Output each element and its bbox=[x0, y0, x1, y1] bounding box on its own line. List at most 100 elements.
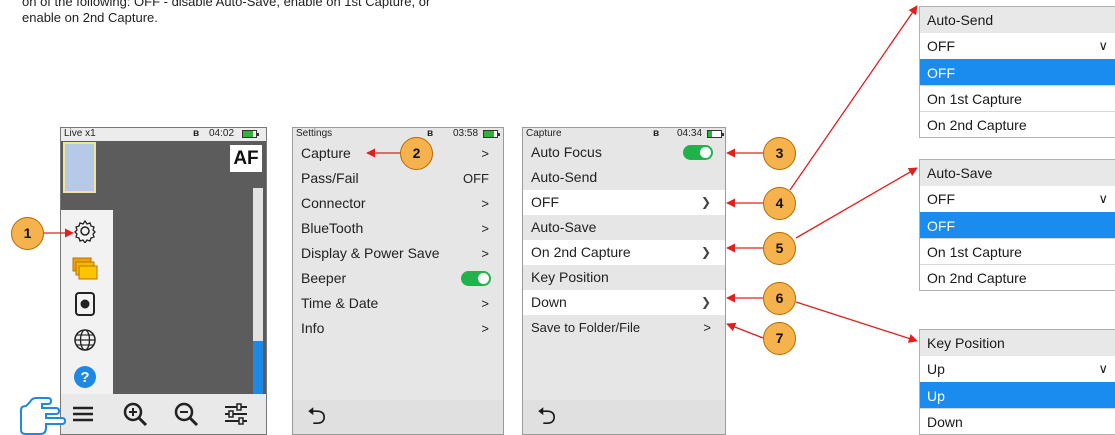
settings-item-capture[interactable]: Capture > bbox=[293, 141, 503, 166]
beeper-toggle[interactable] bbox=[461, 271, 491, 286]
capture-screen: Capture ʙ 04:34 Auto Focus Auto-Send OFF… bbox=[522, 127, 726, 435]
settings-item-bluetooth[interactable]: BlueTooth > bbox=[293, 216, 503, 241]
callout-4: 4 bbox=[763, 187, 796, 220]
live-view-screen: Live x1 ʙ 04:02 AF ? bbox=[60, 127, 267, 435]
zoom-in-icon[interactable] bbox=[121, 400, 149, 428]
auto-save-label-row: Auto-Save bbox=[523, 215, 725, 240]
clock: 04:02 bbox=[209, 128, 235, 139]
selected-value: Up bbox=[927, 361, 945, 377]
settings-item-connector[interactable]: Connector > bbox=[293, 191, 503, 216]
auto-save-label: Auto-Save bbox=[531, 219, 597, 235]
bluetooth-icon: ʙ bbox=[427, 128, 434, 139]
save-to-folder-row[interactable]: Save to Folder/File > bbox=[523, 315, 725, 340]
menu-icon[interactable] bbox=[69, 400, 97, 428]
dropdown-option[interactable]: On 2nd Capture bbox=[920, 111, 1115, 137]
settings-item-pass-fail[interactable]: Pass/Fail OFF bbox=[293, 166, 503, 191]
auto-save-dropdown: Auto-Save OFF ∨ OFF On 1st Capture On 2nd… bbox=[919, 159, 1115, 291]
af-button[interactable]: AF bbox=[230, 145, 262, 172]
auto-focus-toggle[interactable] bbox=[683, 145, 713, 160]
item-label: Capture bbox=[301, 145, 351, 161]
auto-send-dropdown: Auto-Send OFF ∨ OFF On 1st Capture On 2nd… bbox=[919, 6, 1115, 138]
dropdown-header: Auto-Send bbox=[920, 7, 1115, 33]
clock: 03:58 bbox=[453, 128, 479, 139]
auto-send-label: Auto-Send bbox=[531, 169, 598, 185]
chevron-down-icon: ∨ bbox=[1098, 38, 1108, 53]
zoom-out-icon[interactable] bbox=[172, 400, 200, 428]
dropdown-selected[interactable]: OFF ∨ bbox=[920, 33, 1115, 59]
status-bar: Live x1 ʙ 04:02 bbox=[61, 128, 266, 141]
save-to-value: > bbox=[703, 320, 711, 335]
auto-send-label-row: Auto-Send bbox=[523, 165, 725, 190]
item-value: > bbox=[481, 246, 489, 261]
item-label: BlueTooth bbox=[301, 220, 364, 236]
chevron-down-icon: ∨ bbox=[1098, 191, 1108, 206]
screen-title: Capture bbox=[526, 128, 562, 139]
record-icon[interactable] bbox=[72, 291, 98, 317]
item-value: OFF bbox=[463, 171, 489, 186]
dropdown-header: Auto-Save bbox=[920, 160, 1115, 186]
gear-icon[interactable] bbox=[72, 218, 98, 244]
dropdown-option[interactable]: On 1st Capture bbox=[920, 85, 1115, 111]
key-position-value: Down bbox=[531, 294, 567, 310]
item-value: > bbox=[481, 221, 489, 236]
item-label: Time & Date bbox=[301, 295, 379, 311]
intro-text: on of the following: OFF - disable Auto-… bbox=[22, 0, 582, 26]
auto-save-select[interactable]: On 2nd Capture ❯ bbox=[523, 240, 725, 265]
item-value: > bbox=[481, 146, 489, 161]
capture-thumbnail[interactable] bbox=[63, 142, 96, 193]
dropdown-selected[interactable]: OFF ∨ bbox=[920, 186, 1115, 212]
callout-3: 3 bbox=[763, 137, 796, 170]
battery-icon bbox=[707, 130, 724, 138]
key-position-label-row: Key Position bbox=[523, 265, 725, 290]
bluetooth-icon: ʙ bbox=[653, 128, 660, 139]
callout-2: 2 bbox=[400, 137, 433, 170]
back-arrow-icon[interactable]: ⮌ bbox=[307, 404, 326, 430]
key-position-dropdown: Key Position Up ∨ Up Down bbox=[919, 329, 1115, 435]
item-label: Pass/Fail bbox=[301, 170, 359, 186]
auto-send-value: OFF bbox=[531, 194, 559, 210]
back-arrow-icon[interactable]: ⮌ bbox=[537, 404, 556, 430]
dropdown-header: Key Position bbox=[920, 330, 1115, 356]
save-to-label: Save to Folder/File bbox=[531, 320, 641, 335]
dropdown-option[interactable]: OFF bbox=[920, 212, 1115, 238]
auto-save-value: On 2nd Capture bbox=[531, 244, 631, 260]
dropdown-option[interactable]: Up bbox=[920, 382, 1115, 408]
callout-6: 6 bbox=[763, 282, 796, 315]
item-value: > bbox=[481, 321, 489, 336]
zoom-scrollbar[interactable] bbox=[253, 188, 263, 423]
dropdown-option[interactable]: On 1st Capture bbox=[920, 238, 1115, 264]
dropdown-option[interactable]: OFF bbox=[920, 59, 1115, 85]
dropdown-option[interactable]: On 2nd Capture bbox=[920, 264, 1115, 290]
item-value: > bbox=[481, 296, 489, 311]
bottom-toolbar bbox=[61, 394, 266, 434]
key-position-label: Key Position bbox=[531, 269, 609, 285]
globe-icon[interactable] bbox=[72, 327, 98, 353]
sliders-icon[interactable] bbox=[222, 400, 250, 428]
screen-title: Settings bbox=[296, 128, 333, 139]
battery-icon bbox=[242, 130, 259, 138]
callout-1: 1 bbox=[11, 217, 44, 250]
svg-text:?: ? bbox=[80, 369, 89, 386]
key-position-select[interactable]: Down ❯ bbox=[523, 290, 725, 315]
auto-focus-label: Auto Focus bbox=[531, 144, 602, 160]
auto-focus-row[interactable]: Auto Focus bbox=[523, 140, 725, 165]
settings-item-info[interactable]: Info > bbox=[293, 316, 503, 341]
dropdown-selected[interactable]: Up ∨ bbox=[920, 356, 1115, 382]
chevron-down-icon: ∨ bbox=[1098, 361, 1108, 376]
dropdown-option[interactable]: Down bbox=[920, 408, 1115, 434]
intro-line-1: on of the following: OFF - disable Auto-… bbox=[22, 0, 431, 9]
side-menu: ? bbox=[61, 210, 113, 400]
back-bar: ⮌ bbox=[523, 400, 725, 434]
auto-send-select[interactable]: OFF ❯ bbox=[523, 190, 725, 215]
item-label: Info bbox=[301, 320, 325, 336]
back-bar: ⮌ bbox=[293, 400, 503, 434]
item-label: Beeper bbox=[301, 270, 347, 286]
chevron-down-icon: ❯ bbox=[700, 245, 711, 259]
help-icon[interactable]: ? bbox=[72, 364, 98, 390]
settings-item-beeper[interactable]: Beeper bbox=[293, 266, 503, 291]
settings-item-display[interactable]: Display & Power Save > bbox=[293, 241, 503, 266]
settings-item-time-date[interactable]: Time & Date > bbox=[293, 291, 503, 316]
chevron-down-icon: ❯ bbox=[700, 195, 711, 209]
item-value: > bbox=[481, 196, 489, 211]
folders-icon[interactable] bbox=[72, 255, 98, 281]
